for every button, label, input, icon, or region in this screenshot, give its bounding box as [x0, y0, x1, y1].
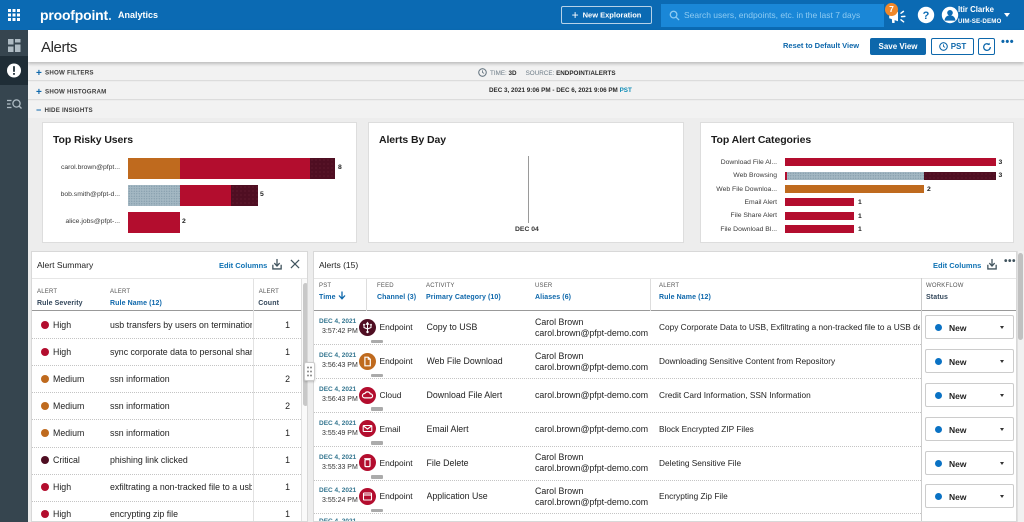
svg-text:?: ? [923, 10, 930, 22]
